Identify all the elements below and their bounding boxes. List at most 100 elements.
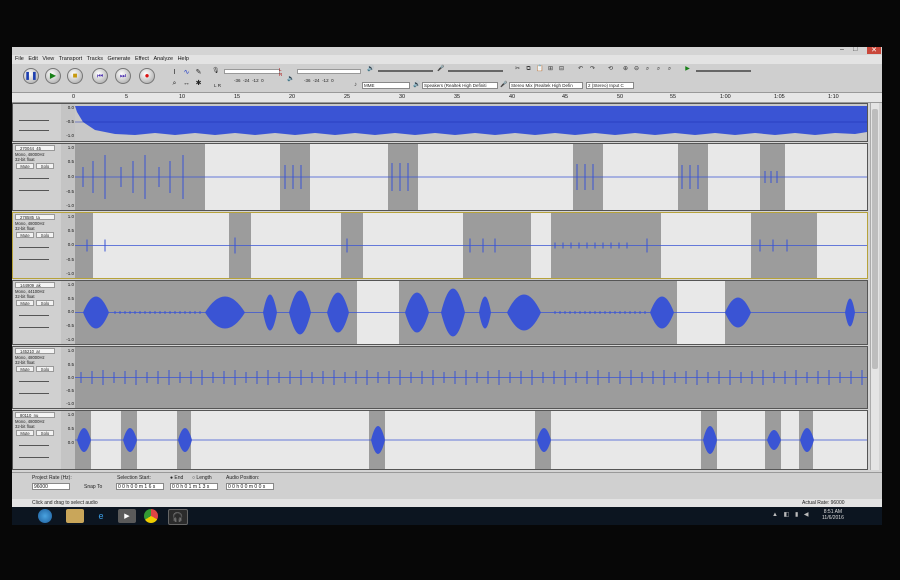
solo-button[interactable]: Solo — [36, 430, 54, 436]
file-explorer-icon[interactable] — [66, 509, 84, 523]
minimize-button[interactable]: – — [840, 47, 844, 53]
cut-icon[interactable]: ✂ — [514, 66, 521, 73]
skip-to-end-button[interactable]: ⏭ — [115, 68, 131, 84]
waveform[interactable] — [75, 144, 867, 210]
trim-icon[interactable]: ⊞ — [547, 66, 554, 73]
zoom-in-icon[interactable]: ⊕ — [622, 66, 629, 73]
zoom-tool-icon[interactable]: ⌕ — [170, 79, 179, 88]
track-name-menu[interactable]: 80110_nu — [15, 412, 55, 418]
start-button-icon[interactable] — [38, 509, 52, 523]
track-145210[interactable]: 145210_ar Mono, 48000Hz 32-bit float Mute… — [12, 346, 868, 409]
selection-end-field[interactable]: 0 0 h 0 1 m 1 3 s — [170, 483, 218, 490]
waveform[interactable] — [75, 347, 867, 408]
mute-button[interactable]: Mute — [16, 366, 34, 372]
zoom-toggle-icon[interactable]: ⌕ — [666, 66, 673, 73]
timeshift-tool-icon[interactable]: ↔ — [182, 79, 191, 88]
solo-button[interactable]: Solo — [36, 232, 54, 238]
play-speed-slider[interactable] — [696, 70, 751, 72]
menu-edit[interactable]: Edit — [28, 56, 37, 62]
paste-icon[interactable]: 📋 — [536, 66, 543, 73]
selection-tool-icon[interactable]: I — [170, 68, 179, 77]
length-radio[interactable]: ○ Length — [192, 475, 212, 481]
solo-button[interactable]: Solo — [36, 366, 54, 372]
menu-file[interactable]: File — [15, 56, 24, 62]
menu-tracks[interactable]: Tracks — [87, 56, 103, 62]
play-at-speed-icon[interactable]: ▶ — [684, 66, 691, 73]
scrollbar-thumb[interactable] — [872, 109, 878, 369]
mute-button[interactable]: Mute — [16, 232, 34, 238]
gain-slider[interactable] — [19, 381, 49, 382]
audio-position-field[interactable]: 0 0 h 0 0 m 0 0 s — [226, 483, 274, 490]
multi-tool-icon[interactable]: ✱ — [194, 79, 203, 88]
waveform[interactable] — [75, 411, 867, 469]
input-device-select[interactable]: Stereo Mix (Realtek High Defin — [509, 82, 583, 89]
track-name-menu[interactable]: 145210_ar — [15, 348, 55, 354]
speaker-meter-icon[interactable]: 🔈 — [287, 76, 294, 83]
play-button[interactable]: ▶ — [45, 68, 61, 84]
silence-icon[interactable]: ⊟ — [558, 66, 565, 73]
project-rate-select[interactable]: 96000 — [32, 483, 70, 490]
chrome-icon[interactable] — [144, 509, 158, 523]
microphone-icon[interactable]: 🎙 — [212, 68, 220, 75]
waveform[interactable] — [75, 104, 867, 141]
media-player-icon[interactable]: ▶ — [118, 509, 136, 523]
pan-slider[interactable] — [19, 393, 49, 394]
track-278585[interactable]: 278585_ta Mono, 48000Hz 32-bit float Mute… — [12, 212, 868, 279]
fit-selection-icon[interactable]: ⌕ — [644, 66, 651, 73]
pan-slider[interactable] — [19, 259, 49, 260]
end-radio[interactable]: ● End — [170, 475, 183, 481]
vertical-scrollbar[interactable] — [870, 103, 879, 470]
output-device-select[interactable]: Speakers (Realtek High Definiti — [422, 82, 498, 89]
clock[interactable]: 8:51 AM 11/6/2016 — [822, 509, 844, 521]
system-tray-icons[interactable]: ▲ ◧ ▮ ◀ — [772, 511, 822, 519]
undo-icon[interactable]: ↶ — [577, 66, 584, 73]
maximize-button[interactable]: □ — [853, 47, 857, 53]
gain-slider[interactable] — [19, 445, 49, 446]
draw-tool-icon[interactable]: ✎ — [194, 68, 203, 77]
track-mix[interactable]: 0.0 -0.5 -1.0 — [12, 103, 868, 142]
copy-icon[interactable]: ⧉ — [525, 66, 532, 73]
skip-to-start-button[interactable]: ⏮ — [92, 68, 108, 84]
stop-button[interactable]: ■ — [67, 68, 83, 84]
fit-project-icon[interactable]: ⌕ — [655, 66, 662, 73]
zoom-out-icon[interactable]: ⊖ — [633, 66, 640, 73]
audacity-taskbar-icon[interactable]: 🎧 — [168, 509, 188, 525]
solo-button[interactable]: Solo — [36, 163, 54, 169]
mute-button[interactable]: Mute — [16, 163, 34, 169]
gain-slider[interactable] — [19, 315, 49, 316]
pan-slider[interactable] — [19, 327, 49, 328]
pan-slider[interactable] — [19, 190, 49, 191]
close-button[interactable]: ✕ — [867, 47, 881, 54]
menu-effect[interactable]: Effect — [135, 56, 149, 62]
pause-button[interactable]: ❚❚ — [23, 68, 39, 84]
internet-explorer-icon[interactable]: e — [92, 509, 110, 523]
menu-transport[interactable]: Transport — [59, 56, 82, 62]
playback-meter[interactable] — [297, 69, 361, 74]
pan-slider[interactable] — [19, 130, 49, 131]
menu-view[interactable]: View — [42, 56, 54, 62]
pan-slider[interactable] — [19, 457, 49, 458]
envelope-tool-icon[interactable]: ∿ — [182, 68, 191, 77]
menu-analyze[interactable]: Analyze — [153, 56, 173, 62]
selection-start-field[interactable]: 0 0 h 0 0 m 1 6 s — [116, 483, 164, 490]
gain-slider[interactable] — [19, 247, 49, 248]
waveform[interactable] — [75, 213, 867, 278]
gain-slider[interactable] — [19, 120, 49, 121]
track-80110[interactable]: 80110_nu Mono, 48000Hz 32-bit float Mute … — [12, 410, 868, 470]
mute-button[interactable]: Mute — [16, 300, 34, 306]
gain-slider[interactable] — [19, 178, 49, 179]
output-volume-slider[interactable] — [378, 70, 433, 72]
redo-icon[interactable]: ↷ — [589, 66, 596, 73]
track-144909[interactable]: 144909_ak Mono, 44100Hz 32-bit float Mute… — [12, 280, 868, 345]
record-button[interactable]: ● — [139, 68, 155, 84]
record-meter[interactable] — [224, 69, 280, 74]
timeline-ruler[interactable]: 0 5 10 15 20 25 30 35 40 45 50 55 1:00 1… — [12, 93, 882, 103]
solo-button[interactable]: Solo — [36, 300, 54, 306]
sync-lock-icon[interactable]: ⟲ — [607, 66, 614, 73]
track-270044[interactable]: 270044_45 Mono, 48000Hz 32-bit float Mute… — [12, 143, 868, 211]
menu-generate[interactable]: Generate — [107, 56, 130, 62]
input-channels-select[interactable]: 2 (Stereo) Input C — [586, 82, 634, 89]
waveform[interactable] — [75, 281, 867, 344]
audio-host-select[interactable]: MME — [362, 82, 410, 89]
menu-help[interactable]: Help — [178, 56, 189, 62]
